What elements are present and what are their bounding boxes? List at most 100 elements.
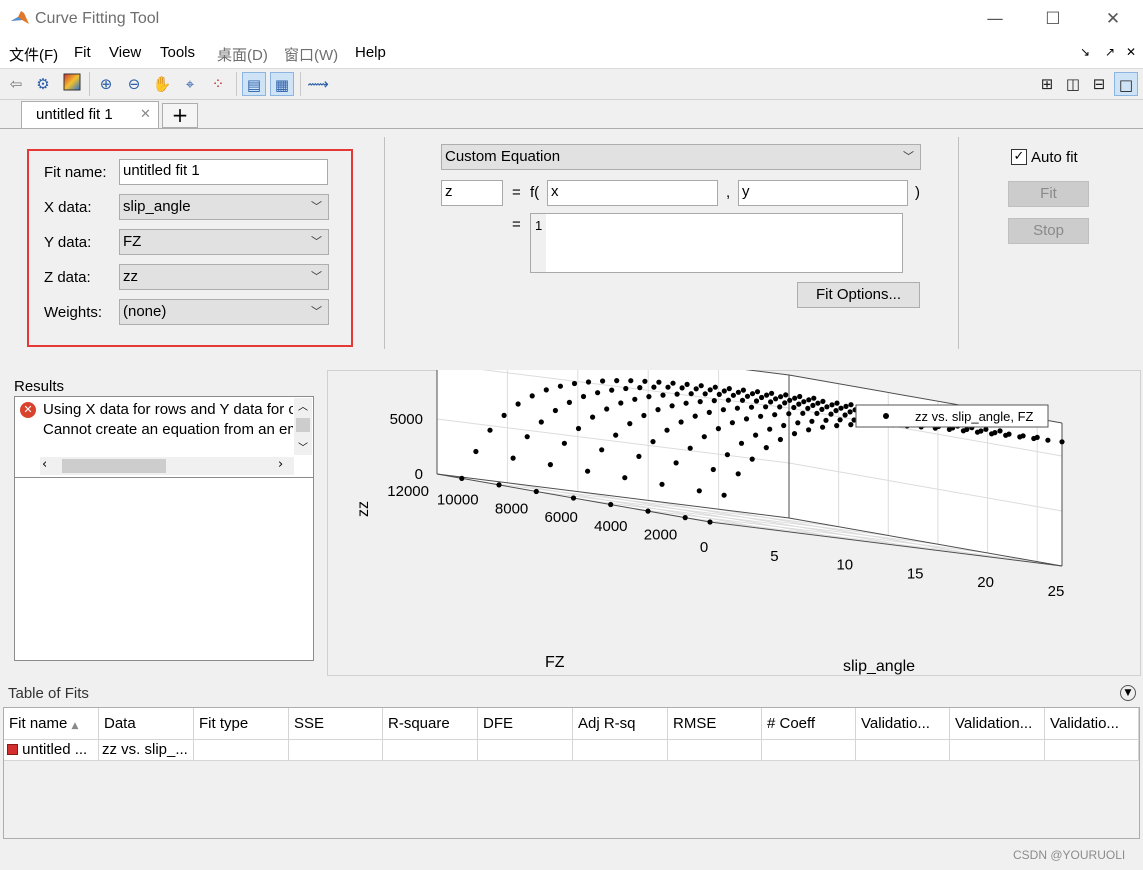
pan-hand-icon[interactable]: ✋ (150, 72, 174, 96)
colormap-icon[interactable] (60, 72, 84, 96)
results-line-1: Using X data for rows and Y data for col… (43, 401, 293, 418)
fit-button[interactable]: Fit (1008, 181, 1089, 207)
column-header-r-square[interactable]: R-square (383, 708, 478, 740)
sse-cell[interactable] (289, 740, 383, 761)
menu-window[interactable]: 窗口(W) (284, 44, 338, 65)
collapse-table-icon[interactable]: ▼ (1120, 685, 1136, 701)
tab-untitled-fit-1[interactable]: untitled fit 1 ✕ (21, 101, 159, 129)
validation-1-cell[interactable] (856, 740, 950, 761)
data-point (725, 397, 731, 403)
y-data-select[interactable]: FZ ﹀ (119, 229, 329, 255)
second-variable-input[interactable]: y (738, 180, 908, 206)
fit-options-button[interactable]: Fit Options... (797, 282, 920, 308)
legend[interactable]: zz vs. slip_angle, FZ (855, 404, 1049, 428)
results-vertical-scrollbar[interactable]: ︿ ﹀ (294, 398, 312, 455)
menu-help[interactable]: Help (355, 44, 386, 61)
print-icon[interactable]: ⇦ (4, 72, 28, 96)
zoom-out-icon[interactable]: ⊖ (122, 72, 146, 96)
layout-rows-icon[interactable]: ⊟ (1087, 72, 1111, 96)
scroll-down-icon[interactable]: ﹀ (294, 439, 312, 455)
data-point (575, 425, 582, 432)
column-header-dfe[interactable]: DFE (478, 708, 573, 740)
legend-toggle-icon[interactable]: ▤ (242, 72, 266, 96)
minimize-button[interactable]: — (967, 0, 1023, 38)
r-square-cell[interactable] (383, 740, 478, 761)
data-point (459, 475, 465, 481)
data-cursor-icon[interactable]: ⌖ (178, 72, 202, 96)
menu-view[interactable]: View (109, 44, 141, 61)
y-tick-label: 12000 (387, 483, 429, 500)
exclude-outliers-icon[interactable]: ⁘ (206, 72, 230, 96)
zoom-in-icon[interactable]: ⊕ (94, 72, 118, 96)
data-point (613, 432, 619, 438)
output-variable-input[interactable]: z (441, 180, 503, 206)
axes-limits-icon[interactable]: ⟿ (306, 72, 330, 96)
column-header-validation-2[interactable]: Validation... (950, 708, 1045, 740)
window-title: Curve Fitting Tool (35, 10, 160, 27)
close-panel-icon[interactable]: ✕ (1126, 45, 1136, 59)
first-variable-input[interactable]: x (547, 180, 718, 206)
data-point (637, 385, 643, 391)
data-point (632, 396, 638, 402)
undock-arrow-icon[interactable]: ↗ (1105, 45, 1115, 59)
column-header-adj-r-sq[interactable]: Adj R-sq (573, 708, 668, 740)
data-point (764, 392, 770, 398)
maximize-button[interactable]: ☐ (1025, 0, 1081, 38)
column-header-validation-1[interactable]: Validatio... (856, 708, 950, 740)
data-point (782, 400, 788, 406)
column-header-sse[interactable]: SSE (289, 708, 383, 740)
dock-arrow-icon[interactable]: ↘ (1080, 45, 1090, 59)
data-icon[interactable]: ⚙ (31, 72, 55, 96)
rmse-cell[interactable] (668, 740, 762, 761)
menu-file[interactable]: 文件(F) (9, 44, 58, 65)
column-header-validation-3[interactable]: Validatio... (1045, 708, 1139, 740)
fit-name-label: Fit name: (44, 164, 107, 181)
column-header-fit-type[interactable]: Fit type (194, 708, 289, 740)
menu-fit[interactable]: Fit (74, 44, 91, 61)
menu-desktop[interactable]: 桌面(D) (217, 44, 268, 65)
table-row[interactable]: untitled ... (4, 740, 99, 761)
auto-fit-checkbox[interactable]: ✓ (1011, 149, 1027, 165)
stop-button[interactable]: Stop (1008, 218, 1089, 244)
results-horizontal-scrollbar[interactable]: ‹ › (40, 457, 294, 475)
scatter-3d-chart[interactable]: 0510152025200040006000800010000120000500… (327, 370, 1141, 676)
chevron-down-icon: ﹀ (311, 200, 322, 213)
column-header-rmse[interactable]: RMSE (668, 708, 762, 740)
scroll-left-icon[interactable]: ‹ (42, 457, 47, 472)
add-tab-button[interactable]: + (162, 103, 198, 128)
equation-editor[interactable]: 1 (530, 213, 903, 273)
dfe-cell[interactable] (478, 740, 573, 761)
layout-single-icon[interactable]: □ (1114, 72, 1138, 96)
adj-r-sq-cell[interactable] (573, 740, 668, 761)
scroll-right-icon[interactable]: › (278, 457, 283, 472)
column-header-coeff[interactable]: # Coeff (762, 708, 856, 740)
weights-select[interactable]: (none) ﹀ (119, 299, 329, 325)
data-point (763, 445, 769, 451)
scroll-up-icon[interactable]: ︿ (294, 398, 312, 414)
column-header-data[interactable]: Data (99, 708, 194, 740)
coeff-cell[interactable] (762, 740, 856, 761)
data-point (811, 395, 817, 401)
fit-type-cell[interactable] (194, 740, 289, 761)
weights-label: Weights: (44, 304, 103, 321)
scroll-thumb[interactable] (296, 418, 310, 432)
layout-grid-icon[interactable]: ⊞ (1035, 72, 1059, 96)
x-data-select[interactable]: slip_angle ﹀ (119, 194, 329, 220)
fit-type-select[interactable]: Custom Equation ﹀ (441, 144, 921, 170)
column-header-fit-name[interactable]: Fit name ▲ (4, 708, 99, 740)
data-point (753, 432, 759, 438)
close-button[interactable]: ✕ (1085, 0, 1141, 38)
data-point (552, 407, 558, 414)
z-data-select[interactable]: zz ﹀ (119, 264, 329, 290)
tab-close-icon[interactable]: ✕ (140, 107, 151, 122)
validation-2-cell[interactable] (950, 740, 1045, 761)
menu-tools[interactable]: Tools (160, 44, 195, 61)
data-point (743, 416, 750, 422)
scroll-thumb[interactable] (62, 459, 166, 473)
fit-name-input[interactable]: untitled fit 1 (119, 159, 328, 185)
data-point (1020, 433, 1026, 439)
layout-columns-icon[interactable]: ◫ (1061, 72, 1085, 96)
validation-3-cell[interactable] (1045, 740, 1139, 761)
data-cell[interactable]: zz vs. slip_... (99, 740, 194, 761)
grid-toggle-icon[interactable]: ▦ (270, 72, 294, 96)
